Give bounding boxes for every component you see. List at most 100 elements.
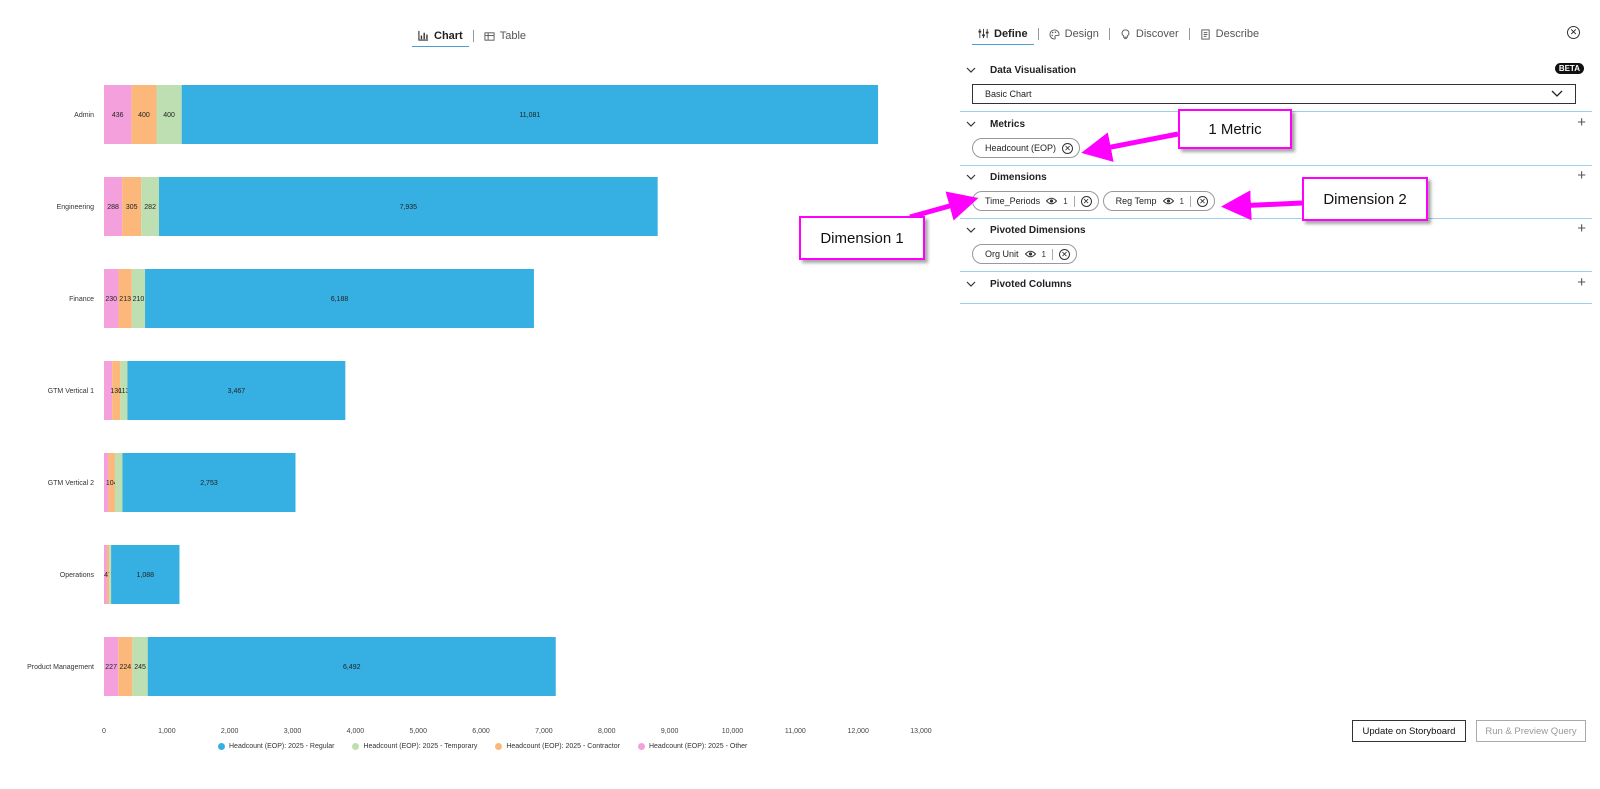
legend-swatch <box>637 743 645 750</box>
chip-count: 1 <box>1041 249 1046 259</box>
update-on-storyboard-button[interactable]: Update on Storyboard <box>1352 720 1466 742</box>
legend-swatch <box>218 743 225 750</box>
dimension-chip-reg-temp[interactable]: Reg Temp 1 ✕ <box>1102 191 1215 211</box>
remove-chip-icon[interactable]: ✕ <box>1080 195 1092 207</box>
category-label: GTM Vertical 2 <box>48 480 94 487</box>
data-label: 305 <box>126 204 138 211</box>
annotation-dimension-2: Dimension 2 <box>1302 177 1428 221</box>
tab-table[interactable]: Table <box>478 25 532 47</box>
dimension-chip-time-periods[interactable]: Time_Periods 1 ✕ <box>972 191 1099 211</box>
eye-icon[interactable] <box>1024 250 1036 258</box>
category-label: Engineering <box>57 204 94 211</box>
tab-define-label: Define <box>994 27 1028 40</box>
x-tick-label: 8,000 <box>598 728 616 735</box>
data-label: 7,935 <box>400 204 418 211</box>
chip-label: Org Unit <box>985 249 1019 259</box>
bar-segment <box>114 453 123 512</box>
eye-icon[interactable] <box>1162 197 1174 205</box>
select-value: Basic Chart <box>985 89 1032 99</box>
x-tick-label: 1,000 <box>158 728 176 735</box>
tab-design[interactable]: Design <box>1043 23 1105 45</box>
section-title: Pivoted Dimensions <box>990 224 1086 236</box>
section-data-visualisation: Data Visualisation BETA Basic Chart <box>960 60 1592 112</box>
tab-divider <box>1188 28 1190 40</box>
sliders-icon <box>978 28 989 39</box>
tab-discover-label: Discover <box>1135 28 1179 40</box>
chart-type-select[interactable]: Basic Chart <box>972 84 1576 104</box>
chevron-down-icon <box>966 227 976 233</box>
tab-describe[interactable]: Describe <box>1194 23 1265 45</box>
x-tick-label: 7,000 <box>535 728 553 735</box>
app-frame: Chart Table Admin 436 400 400 11,081 Engineer… <box>0 0 1600 789</box>
chip-label: Reg Temp <box>1115 196 1157 206</box>
metric-chip[interactable]: Headcount (EOP) ✕ <box>972 138 1081 158</box>
tab-discover[interactable]: Discover <box>1114 23 1185 45</box>
data-label: 282 <box>144 204 156 211</box>
section-title: Pivoted Columns <box>990 278 1072 290</box>
section-pivoted-columns: Pivoted Columns + <box>960 274 1592 304</box>
legend-label: Headcount (EOP): 2025 - Contractor <box>506 743 620 750</box>
beta-badge: BETA <box>1554 63 1584 74</box>
x-tick-label: 9,000 <box>661 728 679 735</box>
tab-divider <box>1108 28 1110 40</box>
data-label: 6,492 <box>343 664 361 671</box>
view-tabs: Chart Table <box>412 22 532 50</box>
category-label: Product Management <box>27 664 94 671</box>
legend-item[interactable]: Headcount (EOP): 2025 - Contractor <box>495 743 620 750</box>
run-preview-query-button[interactable]: Run & Preview Query <box>1476 720 1586 742</box>
x-tick-label: 0 <box>102 728 106 735</box>
remove-chip-icon[interactable]: ✕ <box>1058 248 1070 260</box>
tab-divider <box>472 30 474 42</box>
tab-define[interactable]: Define <box>972 23 1034 45</box>
legend-label: Headcount (EOP): 2025 - Regular <box>229 743 335 750</box>
data-label: 245 <box>134 664 146 671</box>
data-label: 213 <box>119 296 131 303</box>
add-pivoted-dimension-button[interactable]: + <box>1577 221 1586 236</box>
stacked-bar-chart: Admin 436 400 400 11,081 Engineering 288 305 282… <box>27 85 932 735</box>
data-label: 1,088 <box>137 572 155 579</box>
x-tick-label: 3,000 <box>284 728 302 735</box>
bar-segment <box>109 545 112 604</box>
legend-item[interactable]: Headcount (EOP): 2025 - Regular <box>218 743 334 750</box>
add-pivoted-column-button[interactable]: + <box>1577 275 1586 290</box>
data-label: 2,753 <box>200 480 218 487</box>
data-label: 11,081 <box>519 112 540 119</box>
chip-label: Headcount (EOP) <box>985 143 1057 153</box>
data-label: 227 <box>105 664 117 671</box>
data-label: 400 <box>138 112 150 119</box>
remove-chip-icon[interactable]: ✕ <box>1062 142 1074 154</box>
section-header[interactable]: Pivoted Dimensions <box>960 220 1086 240</box>
legend-item[interactable]: Headcount (EOP): 2025 - Other <box>637 743 748 750</box>
section-header[interactable]: Pivoted Columns <box>960 274 1072 294</box>
pivoted-dimension-chip-org-unit[interactable]: Org Unit 1 ✕ <box>972 244 1077 264</box>
section-header[interactable]: Metrics <box>960 114 1025 134</box>
add-metric-button[interactable]: + <box>1577 115 1586 130</box>
data-label: 3,467 <box>228 388 246 395</box>
bar-chart-icon <box>418 30 429 41</box>
section-header[interactable]: Dimensions <box>960 167 1047 187</box>
section-header[interactable]: Data Visualisation <box>960 60 1076 80</box>
legend-label: Headcount (EOP): 2025 - Other <box>648 743 748 750</box>
legend-label: Headcount (EOP): 2025 - Temporary <box>363 743 478 750</box>
x-tick-label: 10,000 <box>722 728 744 735</box>
x-tick-label: 4,000 <box>347 728 365 735</box>
dimension-chips: Time_Periods 1 ✕ Reg Temp 1 ✕ <box>972 191 1215 211</box>
metric-chips: Headcount (EOP) ✕ <box>972 138 1081 158</box>
section-title: Data Visualisation <box>990 64 1076 76</box>
chip-divider <box>1073 195 1075 207</box>
tab-chart[interactable]: Chart <box>412 25 469 47</box>
eye-icon[interactable] <box>1046 197 1058 205</box>
tab-chart-label: Chart <box>434 29 463 42</box>
close-panel-button[interactable]: ✕ <box>1567 26 1580 39</box>
remove-chip-icon[interactable]: ✕ <box>1196 195 1208 207</box>
section-pivoted-dimensions: Pivoted Dimensions + Org Unit 1 ✕ <box>960 220 1592 272</box>
category-label: Finance <box>69 296 94 303</box>
chevron-down-icon <box>966 281 976 287</box>
chevron-down-icon <box>966 67 976 73</box>
data-label: 288 <box>107 204 119 211</box>
chevron-down-icon <box>966 174 976 180</box>
chip-divider <box>1051 248 1053 260</box>
add-dimension-button[interactable]: + <box>1577 168 1586 183</box>
annotation-metric: 1 Metric <box>1178 109 1292 149</box>
legend-item[interactable]: Headcount (EOP): 2025 - Temporary <box>352 743 477 750</box>
